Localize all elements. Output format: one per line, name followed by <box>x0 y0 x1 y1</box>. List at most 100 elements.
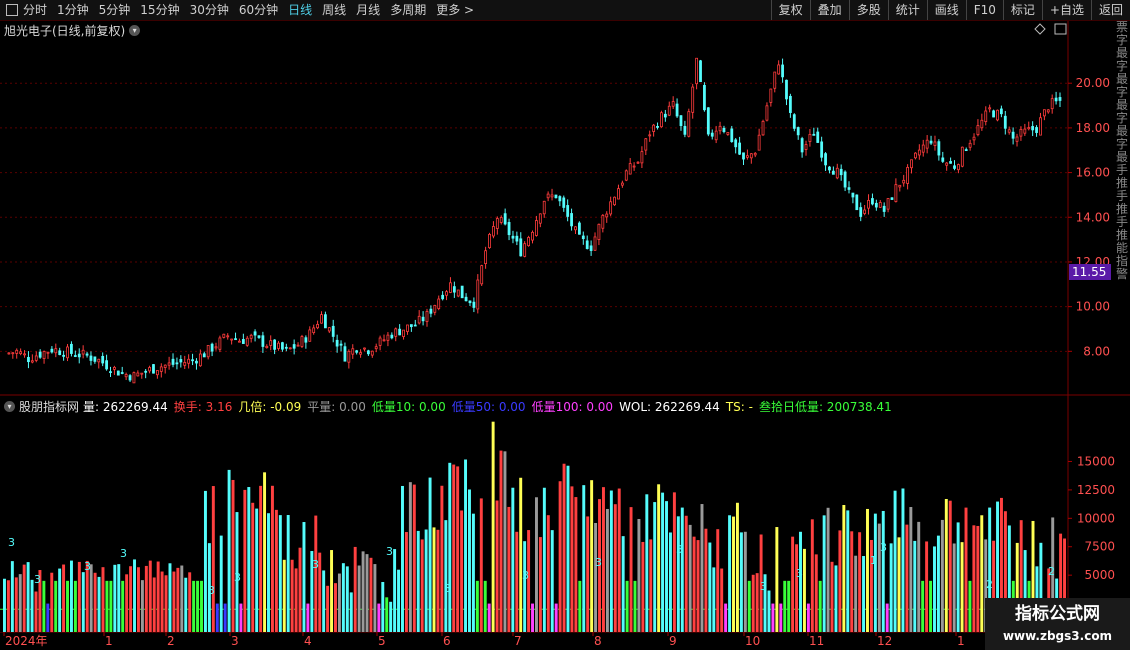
date-tick-label-0: 2024年 <box>5 634 48 648</box>
price-chart[interactable]: 8.0010.0012.0014.0016.0018.0020.0011.55 <box>0 21 1130 396</box>
toolbar-action-6[interactable]: 标记 <box>1002 0 1042 20</box>
candle <box>652 123 656 137</box>
toolbar-action-0[interactable]: 复权 <box>770 0 810 20</box>
candle <box>277 340 280 351</box>
volume-bar <box>188 572 192 632</box>
volume-bar <box>747 580 751 632</box>
candle <box>335 334 339 353</box>
volume-bar <box>10 561 14 632</box>
vol-tick-label-3: 12500 <box>1077 483 1115 497</box>
signal-marker-4: 3 <box>208 584 215 597</box>
menu-square-icon[interactable] <box>6 4 18 16</box>
volume-bar <box>818 580 822 632</box>
volume-bar <box>46 603 50 632</box>
period-tab-8[interactable]: 月线 <box>351 0 385 20</box>
volume-bar <box>176 567 180 632</box>
candle <box>449 277 452 294</box>
date-tick-label-3: 3 <box>231 634 239 648</box>
volume-bar <box>424 529 428 632</box>
toolbar-action-3[interactable]: 统计 <box>887 0 927 20</box>
volume-bar <box>479 498 483 632</box>
candle <box>50 346 54 354</box>
candle <box>304 335 308 349</box>
toolbar-action-7[interactable]: +自选 <box>1041 0 1091 20</box>
candle <box>996 109 999 122</box>
volume-bar <box>62 564 66 632</box>
volume-bar <box>846 510 850 632</box>
volume-bar <box>93 572 97 632</box>
toolbar-action-8[interactable]: 返回 <box>1090 0 1130 20</box>
volume-bar <box>921 580 925 632</box>
candle <box>492 221 495 239</box>
candle <box>109 366 112 377</box>
volume-bar <box>196 580 200 632</box>
date-tick-label-6: 6 <box>443 634 451 648</box>
candle <box>753 152 757 158</box>
volume-bar <box>940 519 944 632</box>
candle <box>273 339 277 355</box>
period-tab-9[interactable]: 多周期 <box>385 0 431 20</box>
period-tab-3[interactable]: 15分钟 <box>135 0 184 20</box>
period-tab-5[interactable]: 60分钟 <box>234 0 283 20</box>
price-tick-label-3: 14.00 <box>1076 210 1110 224</box>
candle <box>378 335 382 351</box>
volume-bar <box>582 485 586 632</box>
candle <box>241 333 245 344</box>
legend-item-3: 平量: 0.00 <box>307 400 366 414</box>
candle <box>312 324 316 335</box>
toolbar-action-5[interactable]: F10 <box>965 0 1003 20</box>
volume-bar <box>334 583 337 632</box>
toolbar-action-1[interactable]: 叠加 <box>809 0 849 20</box>
volume-bar <box>270 485 274 632</box>
volume-bar <box>267 513 270 632</box>
candle <box>613 196 616 206</box>
period-tab-2[interactable]: 5分钟 <box>94 0 136 20</box>
legend-item-9: 叁拾日低量: 200738.41 <box>758 400 892 414</box>
candle <box>284 343 288 352</box>
window-toggle-icon <box>1054 23 1067 35</box>
candle <box>27 351 30 369</box>
period-tab-7[interactable]: 周线 <box>317 0 351 20</box>
candle <box>1035 125 1038 137</box>
volume-bar <box>436 529 440 632</box>
volume-bar <box>50 572 54 632</box>
candle <box>452 281 456 298</box>
volume-bar <box>152 577 156 632</box>
candle <box>581 231 585 245</box>
candle <box>472 297 476 313</box>
volume-bar <box>456 466 460 632</box>
volume-bar <box>578 580 582 632</box>
period-tab-4[interactable]: 30分钟 <box>185 0 234 20</box>
candle <box>691 83 695 119</box>
candle <box>925 135 929 154</box>
volume-indicator-chart[interactable]: 5000750010000125001500033333333333333132… <box>0 396 1130 632</box>
volume-bar <box>952 543 956 632</box>
volume-bar <box>613 504 617 632</box>
candle <box>683 120 687 138</box>
volume-bar <box>834 565 838 632</box>
candle <box>929 135 933 145</box>
candle <box>93 356 97 364</box>
signal-marker-2: 3 <box>84 560 91 573</box>
dropdown-arrow-icon[interactable]: ▾ <box>129 25 141 36</box>
candle <box>988 104 992 113</box>
candle <box>695 57 699 90</box>
price-tick-label-0: 8.00 <box>1083 344 1110 358</box>
period-tab-6[interactable]: 日线 <box>283 0 317 20</box>
candle <box>1003 110 1007 135</box>
volume-bar <box>412 484 416 632</box>
volume-bar <box>401 485 404 632</box>
volume-bar <box>109 580 113 632</box>
volume-bar <box>440 485 444 632</box>
toolbar-action-4[interactable]: 画线 <box>926 0 966 20</box>
period-tab-0[interactable]: 分时 <box>23 0 52 20</box>
candle <box>167 356 171 370</box>
toolbar-action-2[interactable]: 多股 <box>848 0 888 20</box>
period-tab-1[interactable]: 1分钟 <box>52 0 94 20</box>
collapse-arrow-icon[interactable]: ▾ <box>4 401 15 412</box>
candle <box>464 293 468 302</box>
volume-bar <box>203 490 207 632</box>
volume-bar <box>546 515 550 632</box>
period-tab-10[interactable]: 更多 > <box>431 0 479 20</box>
volume-bar <box>243 489 247 632</box>
